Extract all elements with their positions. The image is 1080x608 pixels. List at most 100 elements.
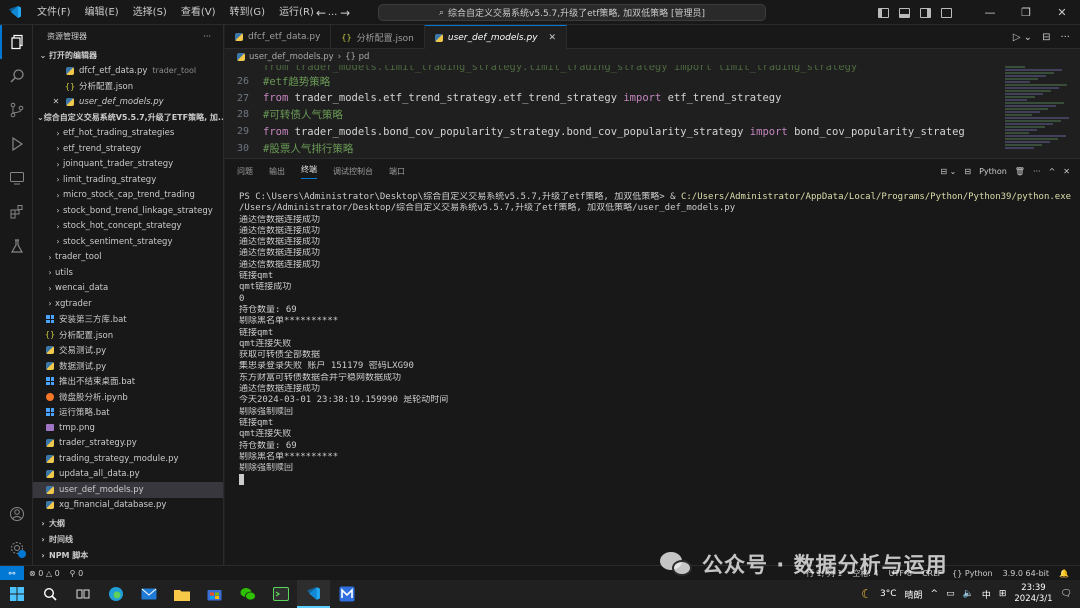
tab-user-def-models[interactable]: user_def_models.py ✕ xyxy=(424,25,568,49)
file-item[interactable]: 安装第三方库.bat xyxy=(33,312,223,328)
menu-selection[interactable]: 选择(S) xyxy=(126,0,174,25)
testing-flask-icon[interactable] xyxy=(0,229,33,263)
menu-go[interactable]: 转到(G) xyxy=(223,0,273,25)
open-editors-section[interactable]: ⌄ 打开的编辑器 xyxy=(33,47,223,63)
notification-center-icon[interactable]: 🗨 xyxy=(1061,589,1072,599)
workspace-section[interactable]: ⌄ 综合自定义交易系统V5.5.7,升级了ETF策略, 加... xyxy=(33,110,223,126)
command-center-search[interactable]: ⌕ 综合自定义交易系统v5.5.7,升级了etf策略, 加双低策略 [管理员] xyxy=(378,4,766,21)
forward-arrow-icon[interactable]: → xyxy=(340,6,350,20)
notifications-bell-icon[interactable]: 🔔 xyxy=(1054,569,1074,578)
extensions-icon[interactable] xyxy=(0,195,33,229)
close-editor-icon[interactable]: ✕ xyxy=(51,97,61,106)
tab-output[interactable]: 输出 xyxy=(269,166,285,177)
folder-item[interactable]: › stock_sentiment_strategy xyxy=(33,234,223,250)
folder-item[interactable]: › trader_tool xyxy=(33,250,223,266)
menu-file[interactable]: 文件(F) xyxy=(30,0,78,25)
close-panel-icon[interactable]: ✕ xyxy=(1063,167,1070,176)
tab-terminal[interactable]: 终端 xyxy=(301,164,317,179)
file-item[interactable]: updata_all_data.py xyxy=(33,467,223,483)
minimap[interactable] xyxy=(1005,65,1075,157)
folder-item[interactable]: › xgtrader xyxy=(33,296,223,312)
restore-icon[interactable]: ❐ xyxy=(1008,0,1044,25)
timeline-section[interactable]: › 时间线 xyxy=(33,531,223,547)
ime-settings-icon[interactable]: ⊞ xyxy=(999,589,1007,599)
remote-explorer-icon[interactable] xyxy=(0,161,33,195)
open-editor-item[interactable]: {} 分析配置.json xyxy=(33,79,223,95)
ime-indicator[interactable]: 中 xyxy=(982,588,991,601)
folder-item[interactable]: › micro_stock_cap_trend_trading xyxy=(33,188,223,204)
tray-overflow-icon[interactable]: ^ xyxy=(931,589,939,599)
store-icon[interactable] xyxy=(198,580,231,608)
file-item[interactable]: 数据测试.py xyxy=(33,358,223,374)
task-view-icon[interactable] xyxy=(66,580,99,608)
close-window-icon[interactable]: ✕ xyxy=(1044,0,1080,25)
outline-section[interactable]: › 大纲 xyxy=(33,515,223,531)
run-python-file-icon[interactable]: ▷ ⌄ xyxy=(1013,32,1032,43)
weather-temperature[interactable]: 3°C xyxy=(880,589,897,599)
folder-item[interactable]: › stock_bond_trend_linkage_strategy xyxy=(33,203,223,219)
minimize-icon[interactable]: — xyxy=(972,0,1008,25)
file-item[interactable]: xg_financial_database.py xyxy=(33,498,223,514)
file-item[interactable]: {} 分析配置.json xyxy=(33,327,223,343)
file-item[interactable]: user_def_models.py xyxy=(33,482,223,498)
network-icon[interactable]: ▭ xyxy=(946,589,955,599)
file-item[interactable]: 微盘股分析.ipynb xyxy=(33,389,223,405)
mail-icon[interactable] xyxy=(132,580,165,608)
panel-more-icon[interactable]: ··· xyxy=(1033,167,1041,176)
folder-item[interactable]: › wencai_data xyxy=(33,281,223,297)
breadcrumb-symbol[interactable]: {} pd xyxy=(345,52,369,62)
python-interpreter[interactable]: 3.9.0 64-bit xyxy=(998,569,1054,578)
terminal-shell-label[interactable]: Python xyxy=(979,167,1007,176)
split-editor-icon[interactable]: ⊟ xyxy=(1042,32,1050,43)
tab-ports[interactable]: 端口 xyxy=(389,166,405,177)
problems-count[interactable]: ⊗ 0 △ 0 xyxy=(24,569,65,578)
file-item[interactable]: tmp.png xyxy=(33,420,223,436)
trash-icon[interactable]: 🗑 xyxy=(1015,167,1025,176)
weather-condition[interactable]: 晴朗 xyxy=(905,588,923,601)
editor-more-icon[interactable]: ··· xyxy=(1060,32,1070,43)
menu-run[interactable]: 运行(R) xyxy=(272,0,321,25)
split-terminal-icon[interactable]: ⊟ ⌄ xyxy=(940,167,956,176)
explorer-icon[interactable] xyxy=(0,25,33,59)
terminal-app-icon[interactable] xyxy=(264,580,297,608)
folder-item[interactable]: › stock_hot_concept_strategy xyxy=(33,219,223,235)
folder-item[interactable]: › etf_hot_trading_strategies xyxy=(33,126,223,142)
code-editor[interactable]: from trader_models.limit_trading_strateg… xyxy=(225,65,1005,157)
windows-start-icon[interactable] xyxy=(0,580,33,608)
folder-item[interactable]: › joinquant_trader_strategy xyxy=(33,157,223,173)
menu-edit[interactable]: 编辑(E) xyxy=(78,0,126,25)
maximize-panel-icon[interactable]: ^ xyxy=(1049,167,1056,176)
folder-item[interactable]: › utils xyxy=(33,265,223,281)
breadcrumb-file[interactable]: user_def_models.py xyxy=(249,52,334,62)
toggle-primary-sidebar-icon[interactable] xyxy=(878,7,889,18)
tab-problems[interactable]: 问题 xyxy=(237,166,253,177)
language-mode[interactable]: {} Python xyxy=(947,569,997,578)
more-actions-icon[interactable]: ··· xyxy=(203,32,211,41)
clock[interactable]: 23:39 2024/3/1 xyxy=(1014,583,1052,605)
tab-dfcf-etf-data[interactable]: dfcf_etf_data.py xyxy=(225,25,332,49)
wechat-icon[interactable] xyxy=(231,580,264,608)
folder-item[interactable]: › etf_trend_strategy xyxy=(33,141,223,157)
close-tab-icon[interactable]: ✕ xyxy=(549,33,557,43)
trading-app-icon[interactable] xyxy=(330,580,363,608)
vscode-taskbar-icon[interactable] xyxy=(297,580,330,608)
file-item[interactable]: trading_strategy_module.py xyxy=(33,451,223,467)
source-control-icon[interactable] xyxy=(0,93,33,127)
menu-view[interactable]: 查看(V) xyxy=(174,0,223,25)
manage-gear-icon[interactable] xyxy=(0,531,33,565)
edge-browser-icon[interactable] xyxy=(99,580,132,608)
file-item[interactable]: 交易测试.py xyxy=(33,343,223,359)
accounts-icon[interactable] xyxy=(0,497,33,531)
customize-layout-icon[interactable] xyxy=(941,7,952,18)
npm-scripts-section[interactable]: › NPM 脚本 xyxy=(33,547,223,563)
file-item[interactable]: 推出不结束桌面.bat xyxy=(33,374,223,390)
file-explorer-icon[interactable] xyxy=(165,580,198,608)
tab-debug-console[interactable]: 调试控制台 xyxy=(333,166,373,177)
terminal-output[interactable]: PS C:\Users\Administrator\Desktop\综合自定义交… xyxy=(239,192,1074,487)
search-icon[interactable] xyxy=(0,59,33,93)
tab-analysis-config[interactable]: {} 分析配置.json xyxy=(331,25,425,49)
ports-count[interactable]: ⚲ 0 xyxy=(65,569,89,578)
open-editor-item[interactable]: dfcf_etf_data.py trader_tool xyxy=(33,63,223,79)
volume-icon[interactable]: 🔈 xyxy=(963,589,974,599)
file-item[interactable]: 运行策略.bat xyxy=(33,405,223,421)
